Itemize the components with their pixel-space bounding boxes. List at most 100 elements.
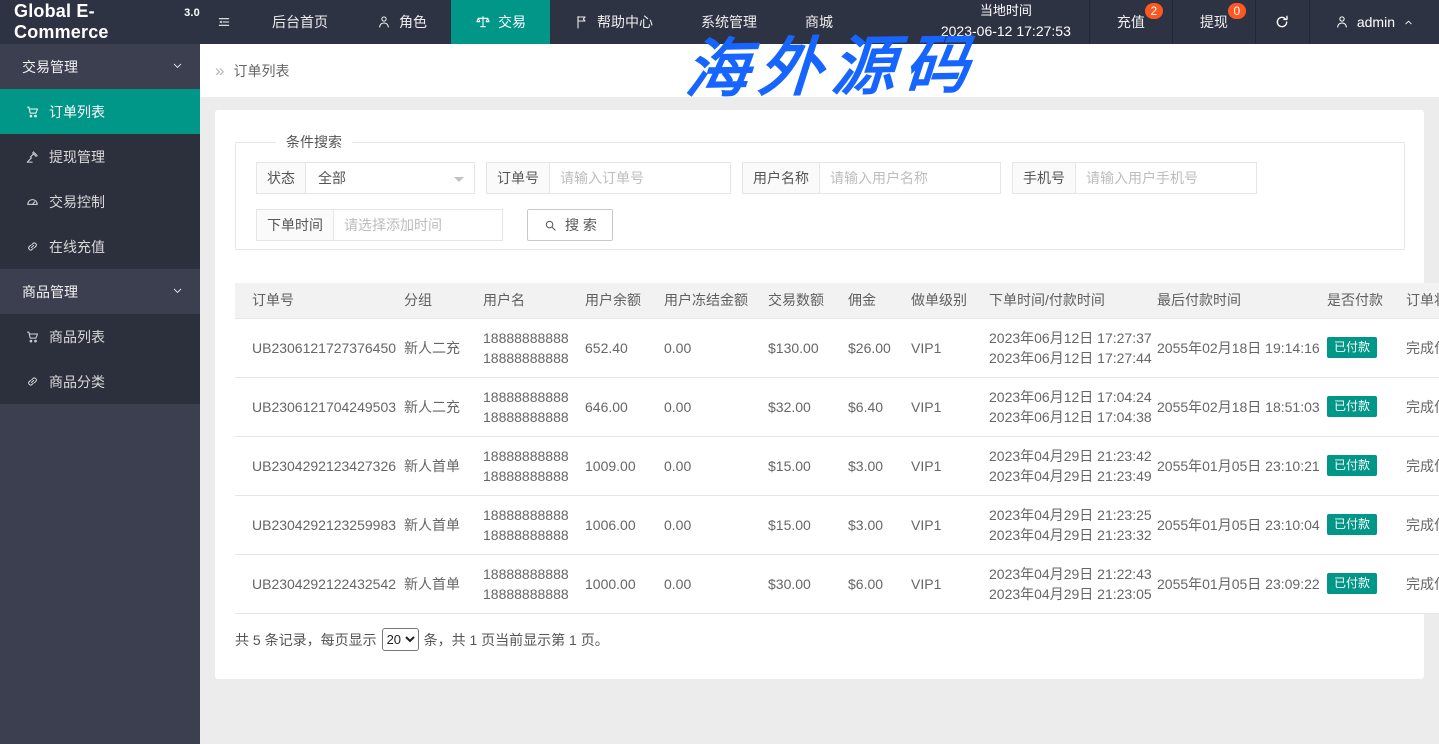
nav-label: 交易 — [498, 12, 526, 32]
order-time-input[interactable] — [333, 209, 503, 241]
cell-trade-amount: $32.00 — [768, 377, 848, 436]
scale-icon — [475, 14, 491, 30]
cell-group: 新人二充 — [404, 377, 483, 436]
breadcrumb-chevrons-icon: » — [215, 62, 224, 79]
cell-frozen-amount: 0.00 — [664, 377, 768, 436]
sidebar-item-product-list[interactable]: 商品列表 — [0, 314, 200, 359]
cell-frozen-amount: 0.00 — [664, 318, 768, 377]
search-button-label: 搜 索 — [565, 215, 597, 235]
cell-username: 1888888888818888888888 — [483, 495, 585, 554]
sidebar-item-withdraw-management[interactable]: 提现管理 — [0, 134, 200, 179]
nav-item-system[interactable]: 系统管理 — [677, 0, 781, 44]
sidebar-item-order-list[interactable]: 订单列表 — [0, 89, 200, 134]
username-input[interactable] — [819, 162, 1001, 194]
pagination-prefix: 共 5 条记录，每页显示 — [235, 630, 377, 650]
cell-balance: 1006.00 — [585, 495, 664, 554]
cell-level: VIP1 — [911, 436, 989, 495]
cell-commission: $3.00 — [848, 495, 911, 554]
cell-username-line: 18888888888 — [483, 328, 579, 348]
chevron-up-icon — [1402, 16, 1415, 29]
cell-username-line: 18888888888 — [483, 466, 579, 486]
cell-username-line: 18888888888 — [483, 348, 579, 368]
status-select[interactable]: 全部 — [305, 162, 475, 194]
brand-version: 3.0 — [184, 7, 200, 19]
user-icon — [376, 14, 392, 30]
cell-order-no: UB2304292123259983 — [235, 495, 404, 554]
cell-order-status: 完成付款 — [1406, 318, 1439, 377]
cell-group: 新人二充 — [404, 318, 483, 377]
table-row: UB2306121727376450新人二充188888888881888888… — [235, 318, 1439, 377]
paid-badge: 已付款 — [1327, 573, 1377, 594]
search-row-2: 下单时间 搜 索 — [256, 209, 1384, 241]
table-row: UB2304292122432542新人首单188888888881888888… — [235, 554, 1439, 613]
nav-label: 帮助中心 — [597, 12, 653, 32]
cell-username: 1888888888818888888888 — [483, 554, 585, 613]
local-time-label: 当地时间 — [980, 2, 1032, 21]
main-nav: 后台首页 角色 交易 帮助中心 系统管理 商城 — [248, 0, 857, 44]
cell-level: VIP1 — [911, 554, 989, 613]
cell-balance: 646.00 — [585, 377, 664, 436]
cell-order-pay-time-line: 2023年04月29日 21:23:05 — [989, 584, 1151, 604]
cell-username-line: 18888888888 — [483, 446, 579, 466]
nav-item-trade[interactable]: 交易 — [451, 0, 550, 44]
header-level: 做单级别 — [911, 283, 989, 318]
cell-trade-amount: $130.00 — [768, 318, 848, 377]
phone-input[interactable] — [1075, 162, 1257, 194]
sidebar-item-label: 商品列表 — [49, 327, 105, 347]
gauge-icon — [25, 194, 40, 209]
nav-label: 系统管理 — [701, 12, 757, 32]
table-header-row: 订单号 分组 用户名 用户余额 用户冻结金额 交易数额 佣金 做单级别 下单时间… — [235, 283, 1439, 318]
username: admin — [1357, 14, 1395, 30]
header-trade-amount: 交易数额 — [768, 283, 848, 318]
top-bar: Global E-Commerce 3.0 后台首页 角色 交易 帮助中心 系统… — [0, 0, 1439, 44]
sidebar-group-trade-management[interactable]: 交易管理 — [0, 44, 200, 89]
pagination-bar: 共 5 条记录，每页显示 20 条，共 1 页当前显示第 1 页。 — [235, 628, 609, 651]
order-no-label: 订单号 — [486, 162, 550, 194]
phone-filter-group: 手机号 — [1012, 162, 1257, 194]
sidebar-item-label: 在线充值 — [49, 237, 105, 257]
header-paid-status: 是否付款 — [1327, 283, 1406, 318]
table-row: UB2304292123427326新人首单188888888881888888… — [235, 436, 1439, 495]
cell-order-no: UB2306121704249503 — [235, 377, 404, 436]
header-username: 用户名 — [483, 283, 585, 318]
refresh-button[interactable] — [1255, 0, 1309, 44]
cell-order-pay-time: 2023年04月29日 21:23:422023年04月29日 21:23:49 — [989, 436, 1157, 495]
cell-order-no: UB2304292122432542 — [235, 554, 404, 613]
gavel-icon — [25, 149, 40, 164]
table-body: UB2306121727376450新人二充188888888881888888… — [235, 318, 1439, 613]
nav-label: 后台首页 — [272, 12, 328, 32]
user-menu[interactable]: admin — [1309, 0, 1439, 44]
recharge-button[interactable]: 充值 2 — [1089, 0, 1172, 44]
search-legend: 条件搜索 — [276, 132, 352, 152]
cell-commission: $6.00 — [848, 554, 911, 613]
nav-item-roles[interactable]: 角色 — [352, 0, 451, 44]
sidebar-item-online-recharge[interactable]: 在线充值 — [0, 224, 200, 269]
nav-item-help-center[interactable]: 帮助中心 — [550, 0, 677, 44]
cell-frozen-amount: 0.00 — [664, 554, 768, 613]
cell-balance: 1009.00 — [585, 436, 664, 495]
cell-order-no: UB2306121727376450 — [235, 318, 404, 377]
cell-trade-amount: $30.00 — [768, 554, 848, 613]
cell-balance: 1000.00 — [585, 554, 664, 613]
cell-username-line: 18888888888 — [483, 584, 579, 604]
cell-order-status: 完成付款 — [1406, 436, 1439, 495]
header-frozen-amount: 用户冻结金额 — [664, 283, 768, 318]
order-no-input[interactable] — [549, 162, 731, 194]
search-button[interactable]: 搜 索 — [527, 209, 613, 241]
search-fieldset: 条件搜索 状态 全部 订单号 用户名称 手机号 — [235, 132, 1405, 250]
cell-order-pay-time-line: 2023年06月12日 17:27:44 — [989, 348, 1151, 368]
cell-commission: $26.00 — [848, 318, 911, 377]
cell-group: 新人首单 — [404, 554, 483, 613]
orders-table: 订单号 分组 用户名 用户余额 用户冻结金额 交易数额 佣金 做单级别 下单时间… — [235, 283, 1439, 614]
sidebar-item-product-category[interactable]: 商品分类 — [0, 359, 200, 404]
sidebar-item-trade-control[interactable]: 交易控制 — [0, 179, 200, 224]
nav-item-home[interactable]: 后台首页 — [248, 0, 352, 44]
cell-last-pay-time: 2055年01月05日 23:10:04 — [1157, 495, 1327, 554]
withdraw-button[interactable]: 提现 0 — [1172, 0, 1255, 44]
collapse-menu-button[interactable] — [200, 0, 248, 44]
link-icon — [25, 374, 40, 389]
cell-order-pay-time: 2023年06月12日 17:27:372023年06月12日 17:27:44 — [989, 318, 1157, 377]
sidebar-group-product-management[interactable]: 商品管理 — [0, 269, 200, 314]
per-page-select[interactable]: 20 — [382, 628, 419, 651]
nav-item-mall[interactable]: 商城 — [781, 0, 857, 44]
